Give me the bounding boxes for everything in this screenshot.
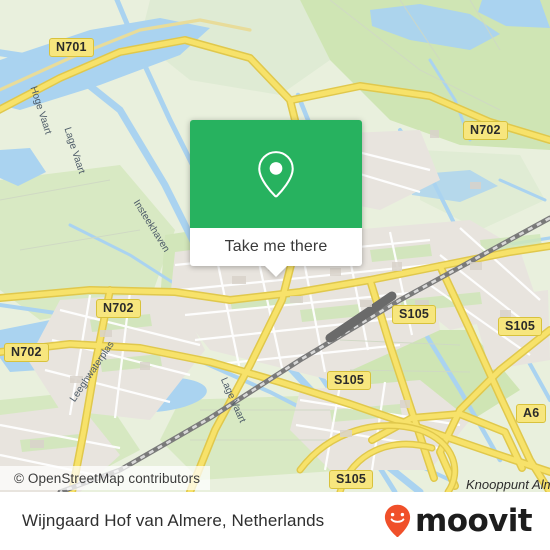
- moovit-logo[interactable]: moovit: [384, 502, 533, 539]
- location-pin-icon: [258, 151, 294, 198]
- road-shield: S105: [327, 371, 371, 391]
- place-name-label: Wijngaard Hof van Almere, Netherlands: [22, 511, 325, 530]
- moovit-pin-icon: [384, 504, 411, 537]
- road-shield: S105: [392, 305, 436, 325]
- moovit-map-screen: Hoge Vaart Lage Vaart Insteekhaven Leeghwat…: [0, 0, 550, 550]
- moovit-wordmark: moovit: [415, 502, 533, 539]
- popup-pin-panel: [190, 120, 362, 228]
- road-shield: S105: [498, 317, 542, 337]
- junction-label: Knooppunt Alm: [466, 477, 550, 492]
- road-shield: N702: [96, 299, 141, 319]
- road-shield: N702: [4, 343, 49, 363]
- road-shield: N701: [49, 38, 94, 58]
- popup-tail: [265, 266, 287, 277]
- road-shield: N702: [463, 121, 508, 141]
- take-me-there-button[interactable]: Take me there: [190, 228, 362, 266]
- osm-attribution[interactable]: © OpenStreetMap contributors: [0, 466, 211, 490]
- road-shield: A6: [516, 404, 547, 424]
- road-shield: S105: [329, 470, 373, 490]
- bottom-bar: Wijngaard Hof van Almere, Netherlands mo…: [0, 492, 550, 550]
- take-me-there-popup[interactable]: Take me there: [190, 120, 362, 277]
